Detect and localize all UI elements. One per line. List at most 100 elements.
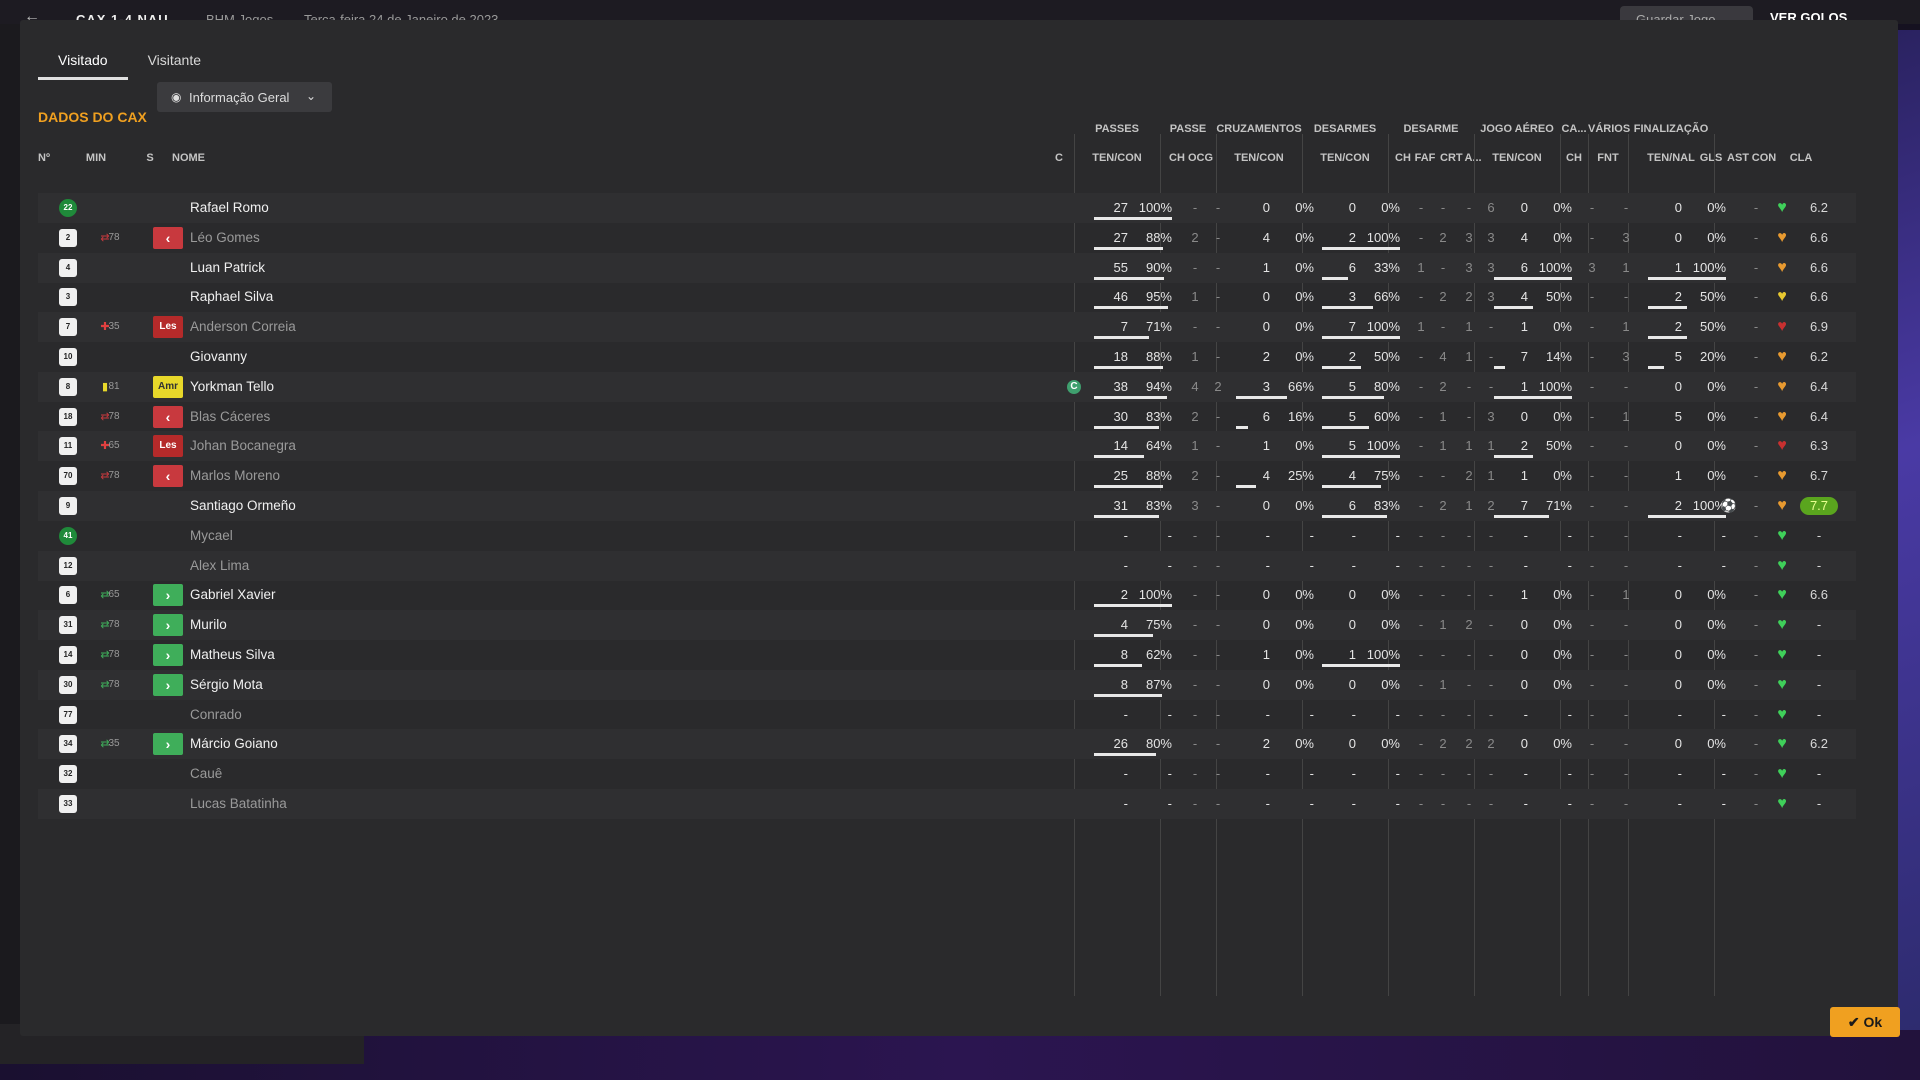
player-name: Anderson Correia — [190, 319, 296, 335]
passes-bar — [1094, 604, 1172, 608]
shots-attempted: 0 — [1674, 200, 1682, 215]
shots-attempted: - — [1677, 557, 1682, 573]
table-row[interactable]: 70 ⇄ 78 ‹ Marlos Moreno 25 88% 2-4 25% 4 75% - -2 1 1 0… — [38, 461, 1856, 491]
column-header-12[interactable]: CRT — [1440, 152, 1463, 164]
cuts: - — [1466, 706, 1472, 722]
table-row[interactable]: 2 ⇄ 78 ‹ Léo Gomes 27 88% 2-4 0% 2 100% -2 3 3 4 0% -3 0 0… — [38, 223, 1856, 253]
passes-attempted: - — [1123, 766, 1128, 782]
assists: - — [1753, 408, 1759, 424]
shots-attempted: 0 — [1674, 229, 1682, 245]
table-row[interactable]: 10 Giovanny 18 88% 1-2 0% 2 50% -4 1-7 14% -3 5 20% - ♥… — [38, 342, 1856, 372]
fouls: - — [1440, 200, 1446, 215]
fouls: - — [1440, 706, 1446, 722]
aerial-attempted: - — [1523, 796, 1528, 811]
table-row[interactable]: 34 ⇄ 35 › Márcio Goiano 26 80% - -2 0% 0 0% -2 2 2 0 0% -… — [38, 729, 1856, 760]
column-header-10[interactable]: CH — [1392, 152, 1414, 164]
cuts: - — [1466, 676, 1472, 692]
column-header-5[interactable]: TEN/CON — [1074, 152, 1160, 164]
table-row[interactable]: 4 Luan Patrick 55 90% - -1 0% 6 33% 1-3 3 6 100% 3 1 1 1… — [38, 252, 1856, 283]
condition-heart-icon: ♥ — [1777, 348, 1787, 365]
player-rating: - — [1816, 676, 1822, 692]
aerial-key: - — [1589, 498, 1595, 513]
chances-created: - — [1215, 229, 1221, 245]
tackles-bar — [1322, 306, 1373, 310]
player-rating: 6.4 — [1809, 378, 1829, 394]
column-header-1[interactable]: MIN — [84, 152, 108, 164]
table-row[interactable]: 41 Mycael - - - - - - - - - - - - - - - - - - - ♥ - — [38, 521, 1856, 551]
column-header-2[interactable]: S — [135, 152, 165, 164]
table-row[interactable]: 32 Cauê - - - - - - - - - - - - - - - - - - - ♥ - — [38, 759, 1856, 789]
column-header-14[interactable]: TEN/CON — [1474, 152, 1560, 164]
player-name: Blas Cáceres — [190, 408, 271, 424]
column-group-3: DESARMES — [1313, 123, 1377, 135]
cuts: 2 — [1465, 617, 1473, 633]
column-group-7: VÁRIOS — [1588, 123, 1631, 135]
ok-button[interactable]: ✔ Ok — [1830, 1007, 1900, 1037]
crosses-completed: - — [1309, 766, 1314, 782]
table-row[interactable]: 33 Lucas Batatinha - - - - - - - - - - - - - - - - - - - ♥ - — [38, 789, 1856, 819]
status-badge: › — [153, 584, 183, 607]
table-row[interactable]: 8 ▮ 81 Amr Yorkman Tello C 38 94% 4 2 3 66% 5 80% -2- -… — [38, 371, 1856, 402]
tackles-key: - — [1418, 736, 1424, 752]
tackles-key: - — [1418, 289, 1424, 305]
table-row[interactable]: 22 Rafael Romo 27 100% - -0 0% 0 0% - - -6 0 0% - -0 0% -… — [38, 193, 1856, 223]
column-header-15[interactable]: CH — [1560, 152, 1588, 164]
table-row[interactable]: 77 Conrado - - - - - - - - - - - - - - - - - - - ♥ - — [38, 700, 1856, 730]
column-header-16[interactable]: FNT — [1588, 152, 1628, 164]
column-header-8[interactable]: TEN/CON — [1216, 152, 1302, 164]
table-row[interactable]: 30 ⇄ 78 › Sérgio Mota 8 87% - -0 0% 0 0% -1- -0 0% - -0 0… — [38, 669, 1856, 700]
column-header-3[interactable]: NOME — [172, 152, 372, 164]
aerial-key: - — [1589, 378, 1595, 394]
tab-home[interactable]: Visitado — [38, 50, 128, 80]
column-group-4: DESARME — [1403, 123, 1459, 135]
aerial-attempted: - — [1523, 527, 1528, 543]
crosses-completed: 0% — [1295, 647, 1314, 662]
crosses-completed: - — [1309, 557, 1314, 573]
passes-completed: - — [1167, 706, 1172, 722]
shirt-number-icon: 77 — [59, 705, 77, 724]
table-row[interactable]: 6 ⇄ 65 › Gabriel Xavier 2 100% - -0 0% 0 0% - - - -1 0% -… — [38, 580, 1856, 610]
fouls: 4 — [1439, 349, 1447, 364]
column-header-20[interactable]: CON — [1750, 152, 1778, 164]
table-row[interactable]: 7 ✚ 35 Les Anderson Correia 7 71% - -0 0% 7 100% 1-1… — [38, 312, 1856, 343]
column-header-4[interactable]: C — [1054, 152, 1064, 164]
tackles-bar — [1322, 664, 1400, 667]
chances-created: - — [1215, 438, 1221, 454]
player-name: Giovanny — [190, 349, 248, 364]
passes-bar — [1094, 455, 1144, 459]
shots-attempted: 0 — [1674, 378, 1682, 394]
crosses-completed: 0% — [1295, 319, 1314, 335]
tackles-attempted: 0 — [1348, 200, 1356, 215]
tab-away[interactable]: Visitante — [128, 50, 221, 80]
table-row[interactable]: 11 ✚ 65 Les Johan Bocanegra 14 64% 1-1 0% 5 100% -1… — [38, 431, 1856, 462]
shots-bar — [1648, 276, 1726, 280]
aerial-key: - — [1589, 408, 1595, 424]
assists: - — [1753, 319, 1759, 335]
aerial-key: - — [1589, 349, 1595, 364]
tackles-attempted: - — [1351, 796, 1356, 811]
minutes-played: 78 — [108, 470, 120, 482]
key-passes: - — [1192, 736, 1198, 752]
table-row[interactable]: 3 Raphael Silva 46 95% 1-0 0% 3 66% -2 2 3 4 50% - -2 5… — [38, 282, 1856, 312]
column-header-9[interactable]: TEN/CON — [1302, 152, 1388, 164]
column-header-6[interactable]: CH — [1166, 152, 1188, 164]
fouls: - — [1440, 796, 1446, 811]
column-header-11[interactable]: FAF — [1414, 152, 1436, 164]
condition-heart-icon: ♥ — [1777, 467, 1787, 485]
table-row[interactable]: 31 ⇄ 78 › Murilo 4 75% - -0 0% 0 0% -1 2-0 0% - -0 0% - ♥ - — [38, 610, 1856, 641]
table-row[interactable]: 14 ⇄ 78 › Matheus Silva 8 62% - -1 0% 1 100% - - - -0 0%… — [38, 640, 1856, 670]
assists: - — [1753, 259, 1759, 275]
passes-completed: - — [1167, 557, 1172, 573]
tackles-won: 0% — [1381, 617, 1400, 633]
column-header-7[interactable]: OCG — [1188, 152, 1213, 164]
shots-on-target: 0% — [1707, 736, 1726, 752]
table-row[interactable]: 12 Alex Lima - - - - - - - - - - - - - - - - - - - ♥ - — [38, 550, 1856, 581]
column-header-18[interactable]: GLS — [1696, 152, 1726, 164]
column-header-0[interactable]: Nº — [38, 152, 68, 164]
cuts: - — [1466, 527, 1472, 543]
table-row[interactable]: 18 ⇄ 78 ‹ Blas Cáceres 30 83% 2-6 16% 5 60% -1-3 0 0%… — [38, 402, 1856, 432]
column-header-21[interactable]: CLA — [1782, 152, 1820, 164]
column-header-19[interactable]: AST — [1726, 152, 1750, 164]
table-row[interactable]: 9 Santiago Ormeño 31 83% 3-0 0% 6 83% -2 1 2 7 71% - -… — [38, 491, 1856, 521]
view-dropdown[interactable]: ◉ Informação Geral ⌄ — [157, 82, 332, 112]
